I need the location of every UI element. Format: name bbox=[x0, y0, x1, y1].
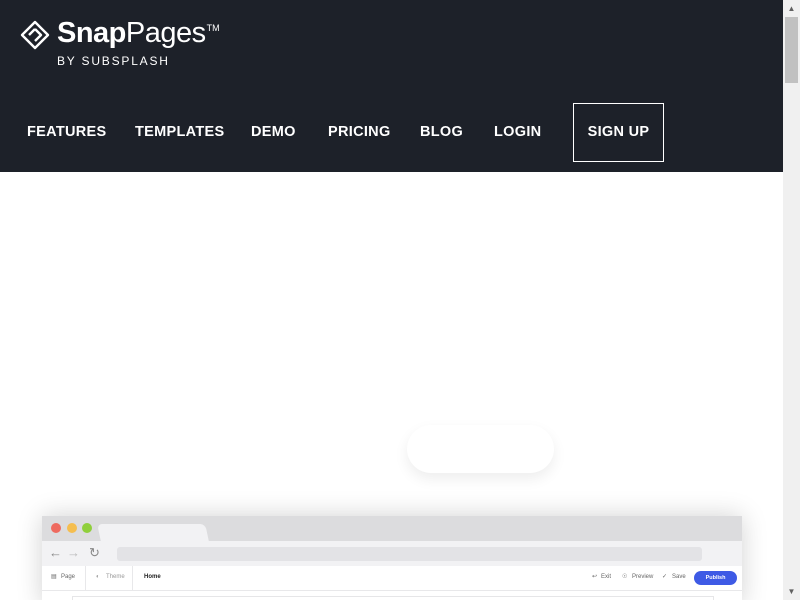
scroll-down-arrow-icon[interactable]: ▼ bbox=[783, 583, 800, 600]
nav-item-demo[interactable]: DEMO bbox=[251, 103, 296, 162]
brand-logo-link[interactable]: SnapPagesTM BY SUBSPLASH bbox=[20, 17, 260, 72]
mockup-page-canvas bbox=[72, 596, 714, 600]
toolbar-save-label: Save bbox=[672, 574, 686, 580]
scrollbar-thumb[interactable] bbox=[785, 17, 798, 83]
nav-item-pricing[interactable]: PRICING bbox=[328, 103, 391, 162]
toolbar-divider bbox=[85, 566, 86, 590]
page: SnapPagesTM BY SUBSPLASH FEATURES TEMPLA… bbox=[0, 0, 783, 600]
site-header: SnapPagesTM BY SUBSPLASH FEATURES TEMPLA… bbox=[0, 0, 783, 172]
brand-name-bold: Snap bbox=[57, 17, 126, 49]
mockup-url-field bbox=[117, 547, 702, 561]
toolbar-exit-label: Exit bbox=[601, 574, 612, 580]
toolbar-page-label: Page bbox=[61, 574, 76, 580]
trademark: TM bbox=[206, 23, 220, 33]
toolbar-current-page: Home bbox=[144, 574, 161, 580]
close-dot-icon bbox=[51, 523, 61, 533]
nav-item-features[interactable]: FEATURES bbox=[27, 103, 106, 162]
maximize-dot-icon bbox=[82, 523, 92, 533]
toolbar-theme-label: Theme bbox=[106, 574, 125, 580]
save-check-icon: ✓ bbox=[662, 574, 668, 580]
reload-icon: ↻ bbox=[89, 545, 100, 560]
mockup-tab bbox=[97, 524, 209, 541]
publish-button: Publish bbox=[694, 571, 737, 585]
toolbar-preview-label: Preview bbox=[632, 574, 654, 580]
nav-item-login[interactable]: LOGIN bbox=[494, 103, 541, 162]
theme-icon: ◐ bbox=[96, 574, 100, 580]
nav-item-blog[interactable]: BLOG bbox=[420, 103, 463, 162]
snappages-logo-icon bbox=[20, 20, 50, 50]
back-arrow-icon: ← bbox=[49, 545, 62, 560]
forward-arrow-icon: → bbox=[67, 545, 80, 560]
scroll-up-arrow-icon[interactable]: ▲ bbox=[783, 0, 800, 17]
brand-name: SnapPagesTM bbox=[57, 17, 220, 50]
preview-eye-icon: ☉ bbox=[622, 574, 628, 580]
brand-tagline: BY SUBSPLASH bbox=[57, 54, 170, 68]
browser-mockup: ← → ↻ ▤ Page ◐ Theme Home ↩ Exit ☉ Previ… bbox=[42, 516, 742, 600]
signup-button[interactable]: SIGN UP bbox=[573, 103, 664, 162]
hero-cta-button[interactable] bbox=[407, 425, 554, 473]
page-doc-icon: ▤ bbox=[51, 574, 57, 580]
toolbar-divider bbox=[132, 566, 133, 590]
main-nav: FEATURES TEMPLATES DEMO PRICING BLOG LOG… bbox=[0, 103, 783, 162]
vertical-scrollbar[interactable]: ▲ ▼ bbox=[783, 0, 800, 600]
exit-icon: ↩ bbox=[592, 574, 598, 580]
minimize-dot-icon bbox=[67, 523, 77, 533]
nav-item-templates[interactable]: TEMPLATES bbox=[135, 103, 224, 162]
brand-name-light: Pages bbox=[125, 17, 206, 49]
